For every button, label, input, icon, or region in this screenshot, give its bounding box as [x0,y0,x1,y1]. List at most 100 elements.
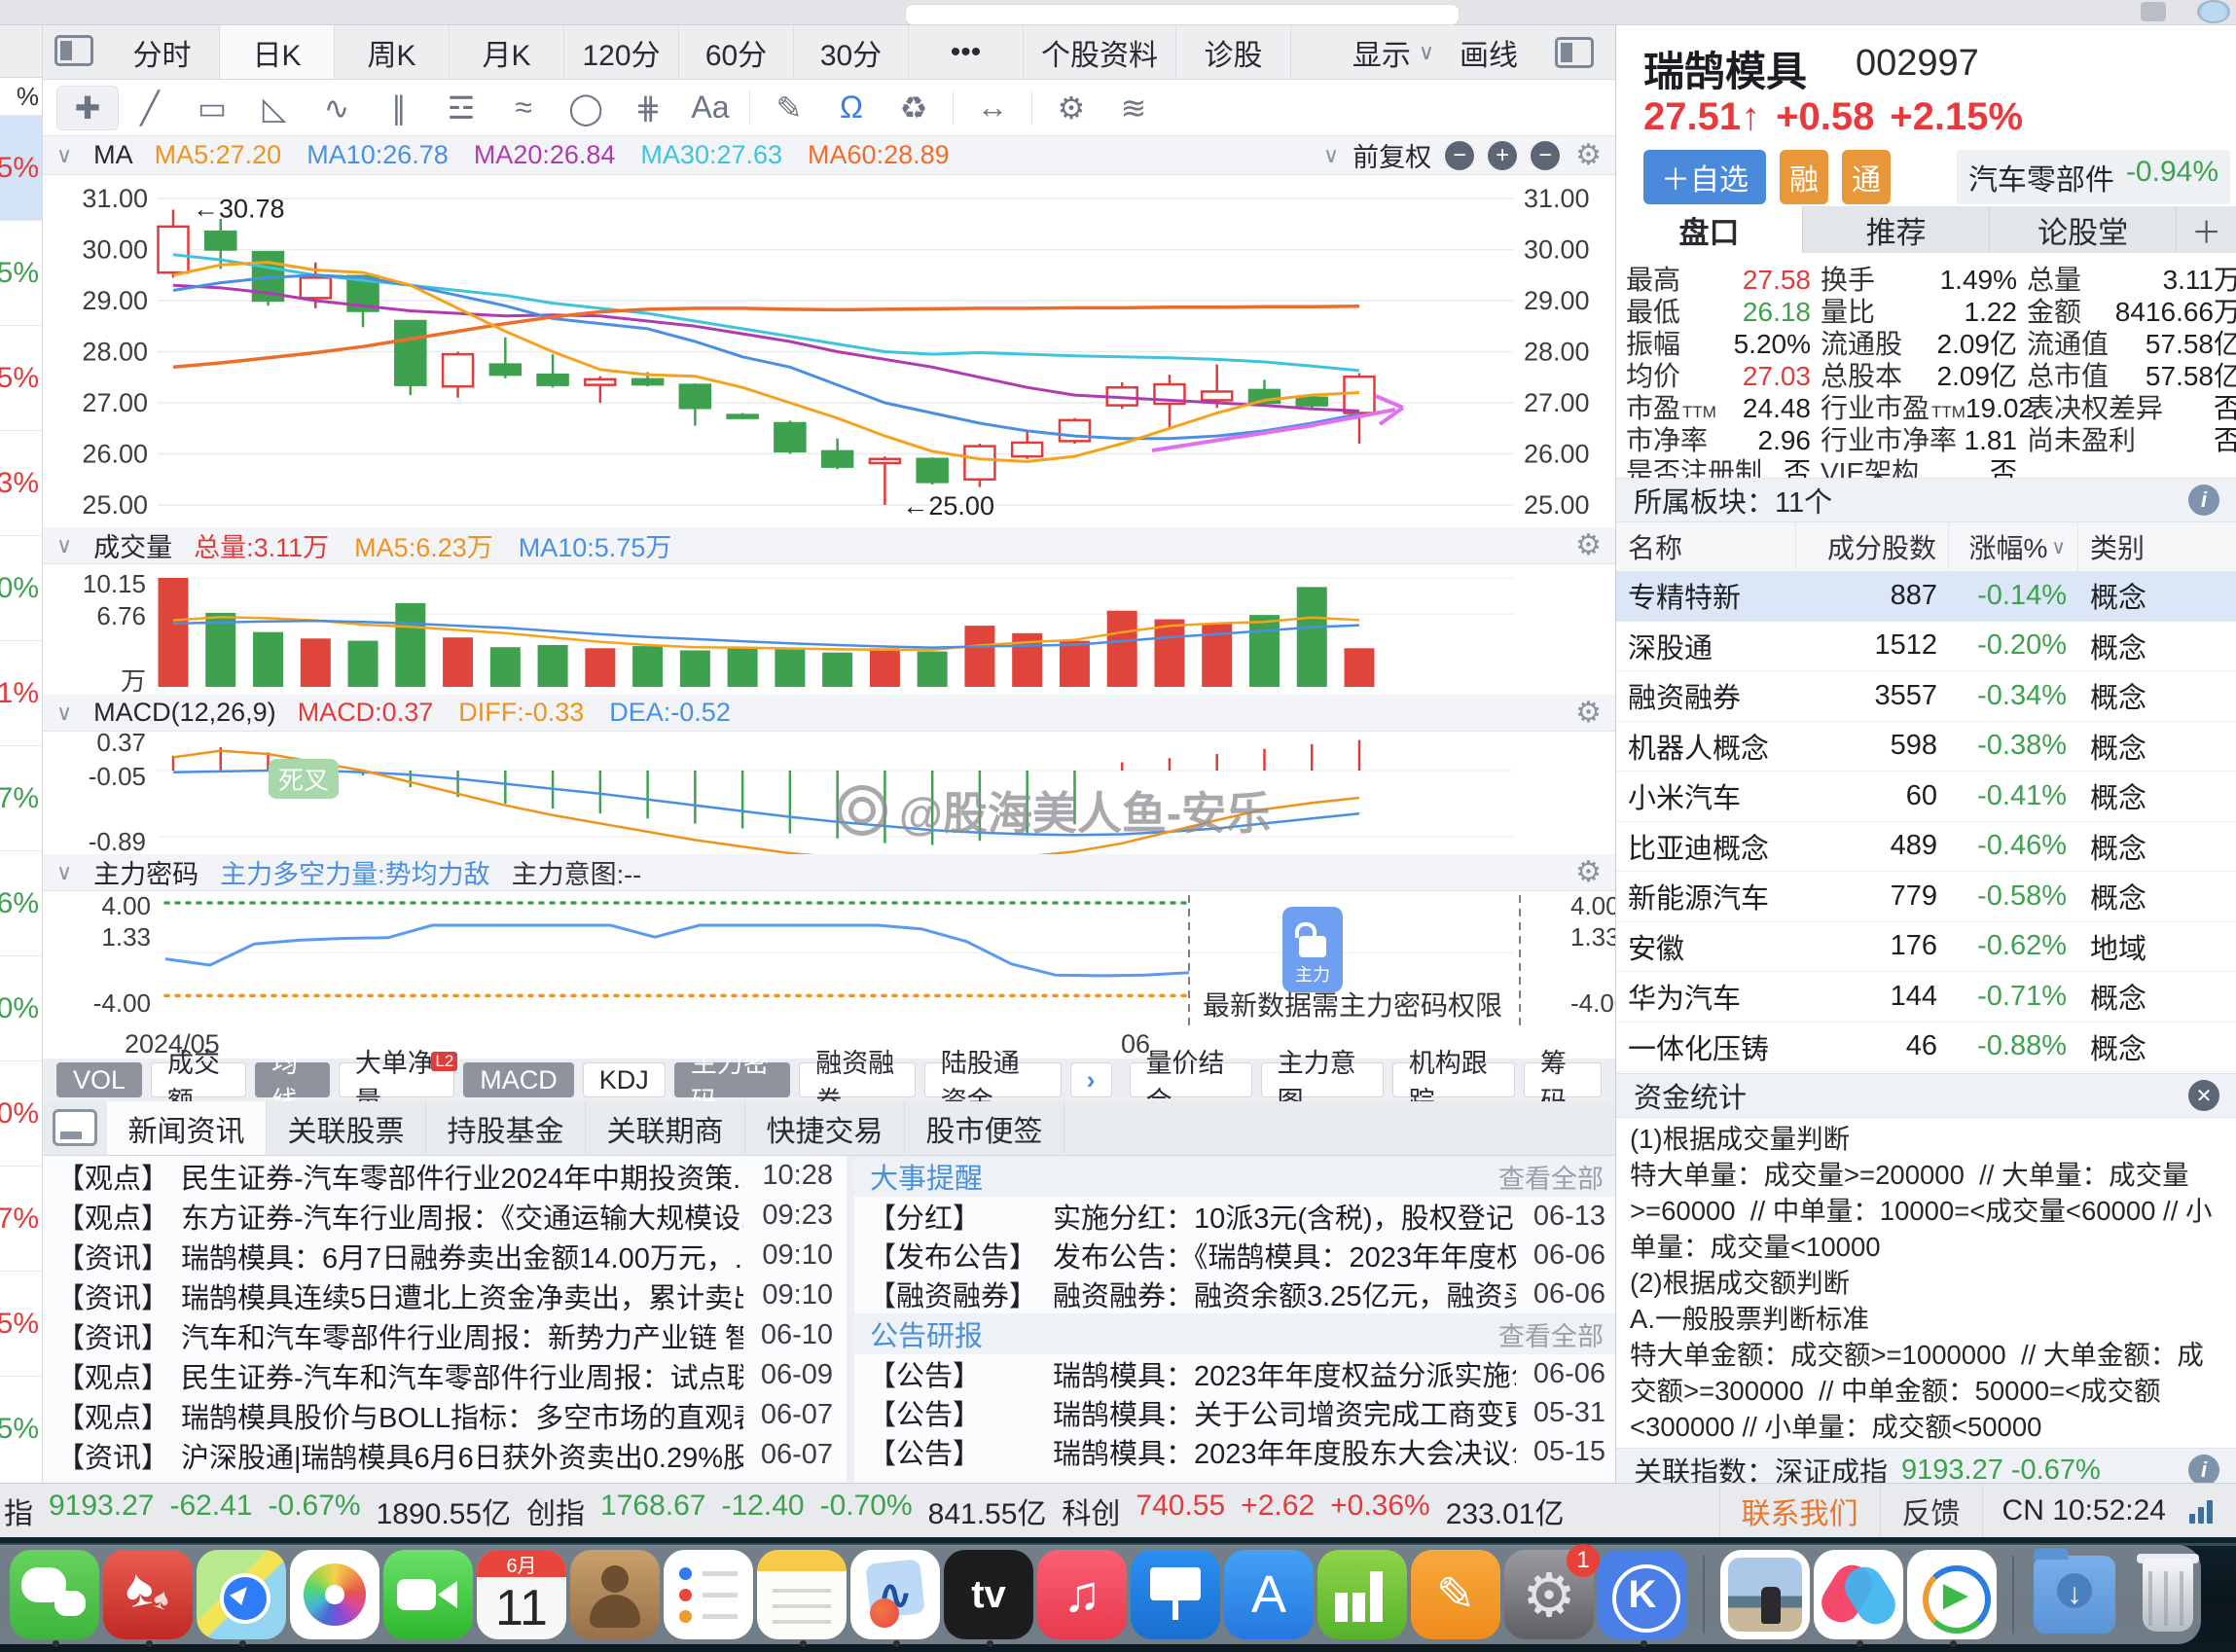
index-quote-segment[interactable]: +2.62 [1241,1490,1315,1532]
index-quote-segment[interactable]: 1890.55亿 [377,1490,511,1532]
alert-item[interactable]: 【融资融券】融资融券：融资余额3.25亿元，融资买入额...06-06 [854,1275,1619,1313]
indicator-tab[interactable]: 融资融券 [799,1062,915,1097]
dock-icon-facetime[interactable] [383,1550,473,1639]
dock-icon-photos[interactable] [290,1550,379,1639]
news-tab[interactable]: 关联期商 [586,1101,745,1155]
info-icon[interactable]: i [2188,1454,2219,1483]
news-item[interactable]: 【资讯】沪深股通|瑞鹄模具6月6日获外资卖出0.29%股份06-07 [43,1435,847,1475]
index-quote-segment[interactable]: 1768.67 [600,1490,705,1532]
indicator-tab[interactable]: 机构跟踪 [1392,1062,1515,1097]
margin-badge[interactable]: 融 [1780,150,1828,204]
watchlist-row[interactable]: 5% [0,1376,42,1481]
view-all-link[interactable]: 查看全部 [1498,1158,1604,1196]
board-row-一体化压铸[interactable]: 一体化压铸46-0.88%概念 [1616,1023,2236,1073]
tool-icon-trendline-tool[interactable]: ╱ [119,86,181,130]
tool-icon-trash-tool[interactable]: ♻ [883,86,945,130]
indicator-tab[interactable]: KDJ [583,1062,666,1097]
info-icon[interactable]: i [2188,485,2219,516]
board-row-融资融券[interactable]: 融资融券3557-0.34%概念 [1616,671,2236,722]
indicator-tab[interactable]: 陆股通资金 [924,1062,1062,1097]
panel-tab[interactable]: 推荐 [1803,206,1990,253]
report-item[interactable]: 【公告】瑞鹄模具：关于公司增资完成工商变更并换发营...05-31 [854,1393,1619,1432]
watchlist-row[interactable]: 5% [0,220,42,325]
index-quote-segment[interactable]: 指 [4,1490,33,1532]
index-quote-segment[interactable]: 创指 [526,1490,585,1532]
tool-icon-vertical-lines-tool[interactable]: ∥ [368,86,430,130]
tool-icon-gann-fan-tool[interactable]: ◺ [243,86,306,130]
period-tab[interactable]: 120分 [564,25,679,79]
dock-icon-calendar[interactable]: 6月 11 [477,1550,566,1639]
dock-icon-appstore[interactable]: A [1224,1550,1314,1639]
index-quote-segment[interactable]: 740.55 [1136,1490,1225,1532]
dock-icon-contacts[interactable] [570,1550,660,1639]
board-row-机器人概念[interactable]: 机器人概念598-0.38%概念 [1616,722,2236,772]
zoom-in-button[interactable]: + [1488,141,1517,170]
news-item[interactable]: 【资讯】汽车和汽车零部件行业周报：新势力产业链 智...06-10 [43,1315,847,1355]
indicator-tab[interactable]: 筹码 [1524,1062,1602,1097]
kline-chart[interactable]: 31.0031.0030.0030.0029.0029.0028.0028.00… [43,175,1615,527]
sort-column[interactable]: 涨幅%∨ [1949,522,2078,571]
adjust-mode-label[interactable]: 前复权 [1352,136,1431,174]
tool-icon-spacing-tool[interactable]: ↔ [961,86,1024,130]
dock-icon-downloads[interactable]: ↓ [2030,1550,2119,1639]
board-row-比亚迪概念[interactable]: 比亚迪概念489-0.46%概念 [1616,822,2236,873]
dock-icon-wechat[interactable] [10,1550,99,1639]
indicator-tab[interactable]: 均线 [255,1062,330,1097]
chevron-down-icon[interactable]: ∨ [56,860,72,885]
lock-icon[interactable]: 主力 [1282,907,1343,992]
news-item[interactable]: 【观点】东方证券-汽车行业周报：《交通运输大规模设...09:23 [43,1196,847,1236]
volume-chart[interactable] [43,564,1615,695]
indicator-tab[interactable]: 主力密码 [674,1062,790,1097]
alert-item[interactable]: 【分红】实施分红：10派3元(含税)，股权登记日为...06-13 [854,1197,1619,1236]
minimize-panel-icon[interactable] [53,1109,97,1146]
tool-icon-wave-tool[interactable]: ≈ [492,86,555,130]
display-menu[interactable]: 显示∨ [1352,31,1434,74]
tool-icon-rect-tool[interactable]: ▭ [181,86,243,130]
index-quote-segment[interactable]: -0.70% [820,1490,913,1532]
report-item[interactable]: 【公告】瑞鹄模具：2023年年度股东大会决议公告05-15 [854,1432,1619,1471]
indicator-tab[interactable]: 主力意图 [1261,1062,1384,1097]
news-item[interactable]: 【资讯】瑞鹄模具：6月7日融券卖出金额14.00万元，...09:10 [43,1236,847,1275]
watchlist-row[interactable]: 0% [0,1060,42,1166]
collapse-left-panel-icon[interactable] [54,35,93,66]
period-tab[interactable]: 个股资料 [1024,25,1176,79]
news-item[interactable]: 【观点】民生证券-汽车和汽车零部件行业周报：试点联...06-09 [43,1355,847,1395]
panel-tab[interactable]: 盘口 [1616,206,1803,253]
board-row-深股通[interactable]: 深股通1512-0.20%概念 [1616,622,2236,672]
dock-icon-maps[interactable] [197,1550,286,1639]
board-row-安徽[interactable]: 安徽176-0.62%地域 [1616,922,2236,973]
news-item[interactable]: 【资讯】瑞鹄模具连续5日遭北上资金净卖出，累计卖出...09:10 [43,1275,847,1315]
indicator-tab[interactable]: 量价结合 [1130,1062,1252,1097]
dock-icon-appletv[interactable]: tv [944,1550,1033,1639]
chevron-down-icon[interactable]: ∨ [56,143,72,168]
chevron-down-icon[interactable]: ∨ [56,533,72,558]
dock-icon-keynote[interactable] [1131,1550,1220,1639]
index-quote-segment[interactable]: 841.55亿 [928,1490,1047,1532]
tool-icon-text-tool[interactable]: Aa [679,86,741,130]
collapse-right-panel-icon[interactable] [1555,37,1594,68]
watchlist-row[interactable]: 5% [0,1271,42,1376]
news-tab[interactable]: 持股基金 [426,1101,586,1155]
period-tab[interactable]: 周K [335,25,450,79]
zoom-out-button[interactable]: − [1445,141,1474,170]
indicator-tab[interactable]: › [1070,1062,1112,1097]
industry-chip[interactable]: 汽车零部件-0.94% [1957,150,2230,204]
tool-icon-parallel-lines-tool[interactable]: ⋕ [617,86,679,130]
tool-icon-chart-settings-tool[interactable]: ⚙ [1040,86,1102,130]
dock-icon-kapp[interactable]: K [1598,1550,1687,1639]
board-row-小米汽车[interactable]: 小米汽车60-0.41%概念 [1616,772,2236,822]
gear-icon[interactable]: ⚙ [1575,138,1602,172]
gear-icon[interactable]: ⚙ [1575,696,1602,730]
tool-icon-ellipse-tool[interactable]: ◯ [555,86,617,130]
period-tab[interactable]: 分时 [105,25,220,79]
panel-tab[interactable]: ＋ [2177,206,2236,253]
watchlist-row[interactable]: 5% [0,115,42,220]
indicator-tab[interactable]: MACD [463,1062,574,1097]
dock-icon-cards[interactable] [103,1550,193,1639]
dock-icon-reminders[interactable] [664,1550,753,1639]
dock-icon-notes[interactable] [757,1550,847,1639]
index-quote-segment[interactable]: -62.41 [169,1490,252,1532]
dock-icon-pages[interactable]: ✎ [1411,1550,1500,1639]
titlebar-icon[interactable] [2141,2,2166,21]
dock-icon-tencentvideo[interactable]: ▶ [1907,1550,1997,1639]
